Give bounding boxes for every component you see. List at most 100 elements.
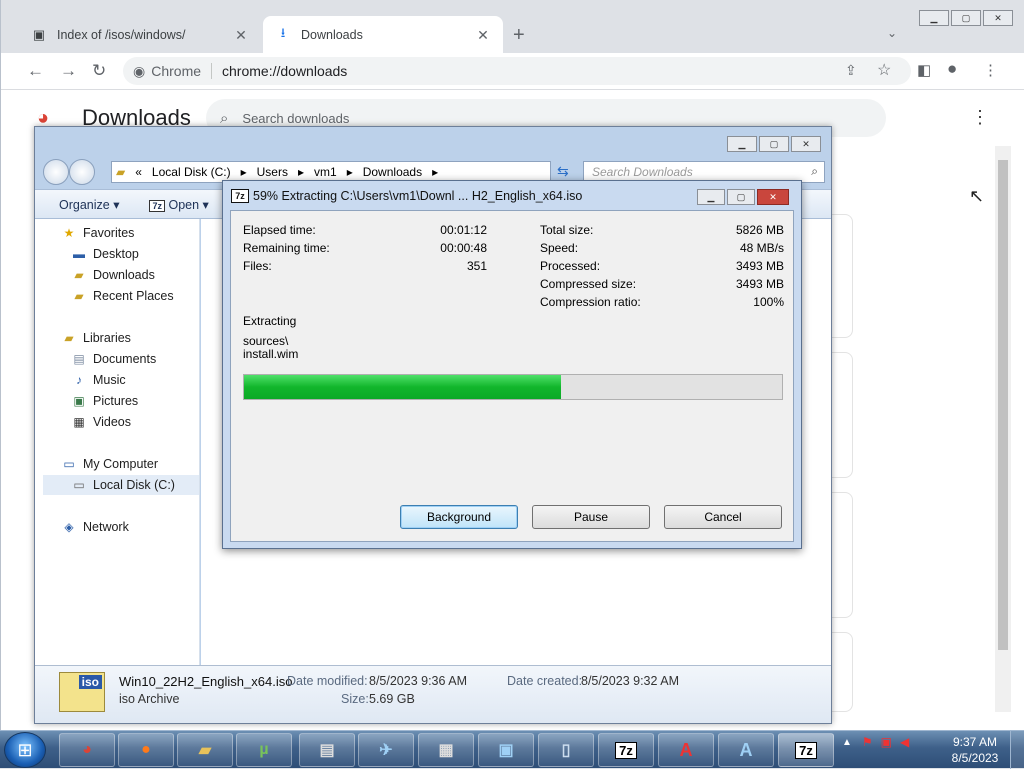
tab-index-isos[interactable]: ▣ Index of /isos/windows/ ✕ — [19, 16, 261, 54]
action-center-icon[interactable]: ⚑ — [862, 735, 873, 749]
search-placeholder: Search downloads — [242, 110, 350, 126]
minimize-icon[interactable]: ▁ — [697, 189, 725, 205]
status-label: Extracting — [243, 314, 297, 328]
size-label: Size: — [341, 692, 369, 706]
mail-icon[interactable]: ✈ — [358, 733, 414, 767]
organize-button[interactable]: Organize ▾ — [59, 197, 119, 212]
share-icon[interactable]: ⇪ — [845, 62, 857, 79]
star-icon: ★ — [63, 226, 75, 240]
breadcrumb-item[interactable]: Users — [257, 165, 288, 179]
current-file: install.wim — [243, 347, 299, 361]
mouse-cursor-icon: ↖ — [969, 186, 985, 206]
close-icon[interactable]: ✕ — [983, 10, 1013, 26]
nav-network[interactable]: ◈ Network — [61, 517, 128, 537]
nav-videos[interactable]: ▦ Videos — [71, 412, 131, 432]
pictures-icon: ▣ — [73, 394, 85, 408]
address-bar[interactable]: ◉ Chrome chrome://downloads ⇪ ☆ — [123, 57, 911, 85]
side-panel-icon[interactable]: ◧ — [917, 61, 931, 79]
nav-buttons — [43, 159, 101, 185]
dialog-window-controls: ▁ ▢ ✕ — [695, 189, 789, 205]
show-hidden-icons-icon[interactable]: ▲ — [842, 737, 852, 748]
nav-recent-places[interactable]: ▰ Recent Places — [71, 286, 173, 306]
breadcrumb-item[interactable]: Local Disk (C:) — [152, 165, 231, 179]
remote-desktop-icon[interactable]: ▣ — [478, 733, 534, 767]
search-icon: ⌕ — [811, 164, 818, 178]
tab-title: Downloads — [301, 28, 363, 42]
dialog-title: 7z 59% Extracting C:\Users\vm1\Downl ...… — [231, 189, 582, 203]
close-icon[interactable]: ✕ — [791, 136, 821, 152]
nav-my-computer[interactable]: ▭ My Computer — [61, 454, 158, 474]
pause-button[interactable]: Pause — [532, 505, 650, 529]
printer-icon[interactable]: ▤ — [299, 733, 355, 767]
chevron-down-icon[interactable]: ⌄ — [887, 26, 897, 40]
back-icon[interactable] — [43, 159, 69, 185]
explorer-icon[interactable]: ▰ — [177, 733, 233, 767]
close-icon[interactable]: ✕ — [757, 189, 789, 205]
reload-icon[interactable]: ↻ — [92, 61, 106, 81]
7zip-icon[interactable]: 7z — [778, 733, 834, 767]
notification-area: ▲ ⚑ ▣ ◀ — [842, 735, 909, 749]
search-icon: ⌕ — [220, 109, 229, 127]
open-button[interactable]: 7z Open ▾ — [149, 197, 209, 212]
document-icon[interactable]: ▯ — [538, 733, 594, 767]
clock[interactable]: 9:37 AM 8/5/2023 — [944, 734, 1006, 766]
refresh-icon[interactable]: ⇆ — [557, 163, 569, 180]
forward-icon[interactable] — [69, 159, 95, 185]
cancel-button[interactable]: Cancel — [664, 505, 782, 529]
text-editor-icon[interactable]: A — [658, 733, 714, 767]
music-icon: ♪ — [76, 373, 82, 387]
volume-icon[interactable]: ◀ — [900, 735, 909, 749]
network-icon: ◈ — [64, 520, 74, 534]
dialog-title-text: 59% Extracting C:\Users\vm1\Downl ... H2… — [253, 189, 583, 203]
breadcrumb-item[interactable]: Downloads — [363, 165, 422, 179]
date-created-label: Date created: — [507, 674, 583, 688]
utorrent-icon[interactable]: µ — [236, 733, 292, 767]
file-name: Win10_22H2_English_x64.iso — [119, 674, 293, 689]
breadcrumb-item[interactable]: vm1 — [314, 165, 337, 179]
clock-time: 9:37 AM — [952, 735, 998, 749]
nav-desktop[interactable]: ▬ Desktop — [71, 244, 139, 264]
font-icon[interactable]: A — [718, 733, 774, 767]
profile-icon[interactable]: ● — [947, 59, 957, 79]
nav-downloads[interactable]: ▰ Downloads — [71, 265, 154, 285]
stat-remaining: Remaining time: 00:00:48 — [243, 241, 487, 255]
nav-libraries[interactable]: ▰ Libraries — [61, 328, 131, 348]
new-tab-icon[interactable]: + — [513, 24, 525, 47]
scrollbar-thumb[interactable] — [998, 160, 1008, 650]
nav-music[interactable]: ♪ Music — [71, 370, 126, 390]
firefox-icon[interactable]: ● — [118, 733, 174, 767]
maximize-icon[interactable]: ▢ — [727, 189, 755, 205]
show-desktop-button[interactable] — [1010, 731, 1024, 769]
download-card — [831, 352, 853, 478]
start-button[interactable]: ⊞ — [4, 732, 46, 768]
network-status-icon[interactable]: ▣ — [881, 735, 892, 749]
more-actions-icon[interactable]: ⋮ — [971, 107, 989, 128]
document-icon: ▣ — [32, 27, 46, 42]
minimize-icon[interactable]: ▁ — [727, 136, 757, 152]
extract-progress-dialog: 7z 59% Extracting C:\Users\vm1\Downl ...… — [222, 180, 802, 549]
chrome-icon[interactable]: ◕ — [59, 733, 115, 767]
7zip-icon[interactable]: 7z — [598, 733, 654, 767]
stat-files: Files: 351 — [243, 259, 487, 273]
minimize-icon[interactable]: ▁ — [919, 10, 949, 26]
close-tab-icon[interactable]: ✕ — [233, 27, 249, 44]
download-card — [831, 214, 853, 338]
site-label: Chrome — [151, 63, 202, 79]
menu-icon[interactable]: ⋮ — [983, 61, 998, 79]
nav-pictures[interactable]: ▣ Pictures — [71, 391, 138, 411]
tab-downloads[interactable]: ⭳ Downloads ✕ — [263, 16, 503, 54]
nav-local-disk[interactable]: ▭ Local Disk (C:) — [43, 475, 199, 495]
clock-date: 8/5/2023 — [951, 751, 999, 765]
forward-icon[interactable]: → — [60, 61, 77, 81]
date-modified-label: Date modified: — [287, 674, 368, 688]
back-icon[interactable]: ← — [27, 61, 44, 81]
maximize-icon[interactable]: ▢ — [951, 10, 981, 26]
calculator-icon[interactable]: ▦ — [418, 733, 474, 767]
nav-favorites[interactable]: ★ Favorites — [61, 223, 135, 243]
background-button[interactable]: Background — [400, 505, 518, 529]
videos-icon: ▦ — [73, 415, 85, 429]
close-tab-icon[interactable]: ✕ — [475, 27, 491, 44]
nav-documents[interactable]: ▤ Documents — [71, 349, 156, 369]
star-icon[interactable]: ☆ — [877, 60, 891, 80]
maximize-icon[interactable]: ▢ — [759, 136, 789, 152]
